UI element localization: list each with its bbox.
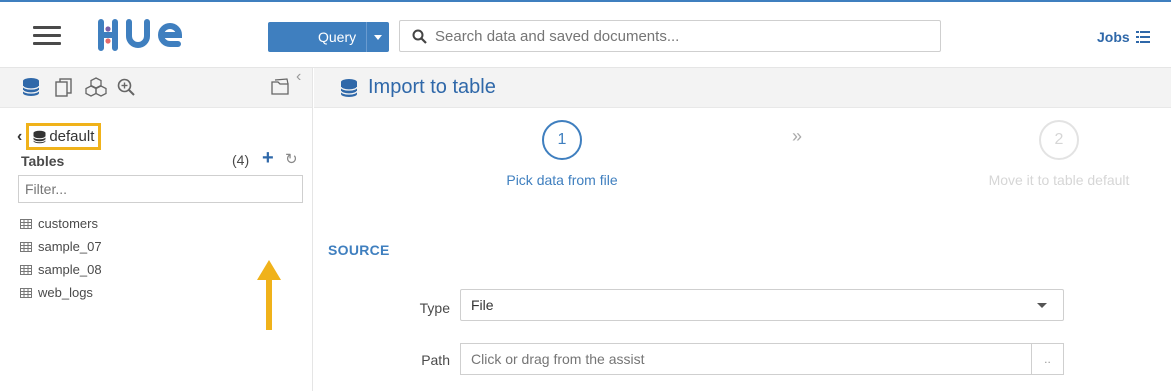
step-1[interactable]: 1 Pick data from file <box>497 120 627 188</box>
chevron-down-icon <box>1037 303 1047 308</box>
annotation-arrow-up-icon <box>257 260 281 330</box>
type-select[interactable]: File <box>460 289 1064 321</box>
path-input[interactable] <box>460 343 1031 375</box>
table-item[interactable]: customers <box>20 212 102 235</box>
path-browse-button[interactable]: .. <box>1031 343 1064 375</box>
folder-open-icon[interactable] <box>270 77 292 97</box>
back-icon[interactable]: ‹ <box>17 128 22 146</box>
table-icon <box>20 287 32 298</box>
step-2[interactable]: 2 Move it to table default <box>974 120 1144 188</box>
step-label: Pick data from file <box>506 172 618 188</box>
search-icon <box>412 29 427 44</box>
hamburger-menu-icon[interactable] <box>33 26 61 46</box>
documents-icon[interactable] <box>54 77 74 97</box>
query-dropdown-caret-icon[interactable] <box>366 22 389 52</box>
table-item[interactable]: sample_07 <box>20 235 102 258</box>
step-number: 1 <box>542 120 582 160</box>
jobs-cubes-icon[interactable] <box>85 77 107 97</box>
collapse-panel-icon[interactable]: ‹ <box>296 68 301 86</box>
hue-logo[interactable] <box>98 18 198 52</box>
search-plus-icon[interactable] <box>117 77 135 97</box>
tables-count: (4) <box>232 152 250 168</box>
tables-list: customers sample_07 sample_08 web_logs <box>20 212 102 304</box>
database-icon <box>340 78 358 97</box>
type-label: Type <box>419 300 450 316</box>
refresh-icon[interactable]: ↻ <box>285 150 298 168</box>
table-name: customers <box>38 216 98 231</box>
assist-tabs: ‹ <box>0 68 312 108</box>
database-header: ‹ default <box>17 123 102 150</box>
step-separator-icon: » <box>792 126 803 146</box>
table-name: web_logs <box>38 285 93 300</box>
add-table-plus-icon[interactable]: + <box>262 148 274 168</box>
tables-filter-input[interactable] <box>18 175 303 203</box>
table-icon <box>20 241 32 252</box>
type-selected-value: File <box>471 297 494 313</box>
top-navigation-bar: Query Jobs <box>0 0 1171 68</box>
database-name-highlight[interactable]: default <box>26 123 102 150</box>
table-icon <box>20 218 32 229</box>
query-button[interactable]: Query <box>268 22 389 52</box>
search-input[interactable] <box>435 27 915 45</box>
table-item[interactable]: web_logs <box>20 281 102 304</box>
main-content: Import to table 1 Pick data from file » … <box>314 68 1171 391</box>
table-icon <box>20 264 32 275</box>
table-name: sample_08 <box>38 262 102 277</box>
database-icon[interactable] <box>22 77 40 97</box>
tables-title: Tables <box>21 153 65 169</box>
database-name: default <box>49 128 95 145</box>
global-search[interactable] <box>399 20 941 52</box>
page-title-bar: Import to table <box>314 68 1171 108</box>
query-button-label: Query <box>318 29 357 45</box>
step-label: Move it to table default <box>988 172 1130 188</box>
database-small-icon <box>33 130 47 143</box>
table-item[interactable]: sample_08 <box>20 258 102 281</box>
jobs-list-icon <box>1135 31 1150 43</box>
page-title: Import to table <box>368 76 496 98</box>
jobs-button[interactable]: Jobs <box>1097 29 1150 45</box>
jobs-label: Jobs <box>1097 29 1130 45</box>
left-assist-panel: ‹ ‹ default Tables (4) + ↻ customers sam… <box>0 68 313 391</box>
table-name: sample_07 <box>38 239 102 254</box>
source-section-title: SOURCE <box>328 242 390 258</box>
path-label: Path <box>421 352 450 368</box>
step-number: 2 <box>1039 120 1079 160</box>
